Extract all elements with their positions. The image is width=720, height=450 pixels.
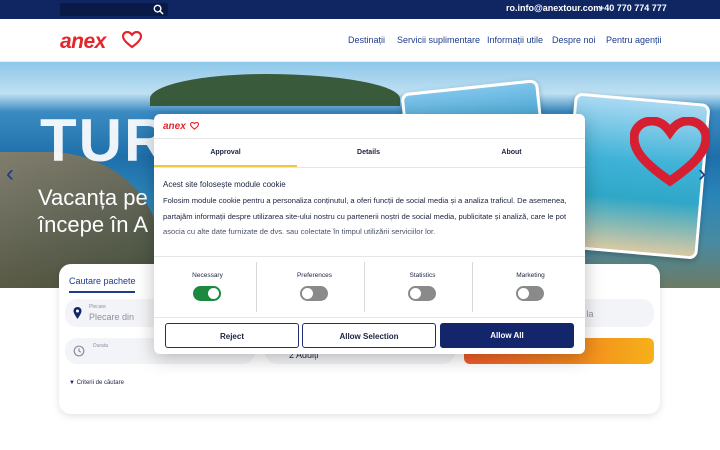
- departure-label: Plecare: [89, 304, 106, 310]
- heart-logo-icon: [190, 122, 199, 130]
- switch-knob: [208, 288, 219, 299]
- hero-subtitle: Vacanța pe începe în A: [38, 184, 148, 238]
- cookie-consent-dialog: anex Approval Details About Acest site f…: [154, 114, 585, 354]
- statistics-switch[interactable]: [408, 286, 436, 301]
- cookie-heading: Acest site folosește module cookie: [163, 180, 286, 189]
- preferences-switch[interactable]: [300, 286, 328, 301]
- search-criteria-label: Criterii de căutare: [76, 380, 124, 386]
- toggle-statistics-label: Statistics: [409, 272, 436, 279]
- hero-title: TUR: [40, 107, 170, 174]
- tab-details[interactable]: Details: [297, 149, 440, 156]
- switch-knob: [518, 288, 529, 299]
- dialog-divider: [154, 167, 585, 168]
- tab-active-underline: [69, 291, 135, 293]
- carousel-next-icon[interactable]: ›: [698, 160, 706, 188]
- departure-placeholder: Plecare din: [89, 312, 135, 322]
- allow-all-button[interactable]: Allow All: [440, 323, 574, 348]
- location-pin-icon: [73, 307, 82, 319]
- nav-destinatii[interactable]: Destinații: [348, 35, 385, 45]
- triangle-down-icon: ▼: [69, 380, 75, 386]
- brand-logo[interactable]: anex: [60, 30, 106, 54]
- nav-pentru-agentii[interactable]: Pentru agenții: [606, 35, 662, 45]
- toggle-necessary: Necessary: [154, 260, 261, 312]
- toggle-statistics: Statistics: [369, 260, 476, 312]
- top-bar: ro.info@anextour.com +40 770 774 777: [0, 0, 720, 19]
- necessary-switch[interactable]: [193, 286, 221, 301]
- site-header: anex Destinații Servicii suplimentare In…: [0, 19, 720, 62]
- heart-logo-icon: [122, 31, 142, 49]
- nav-despre-noi[interactable]: Despre noi: [552, 35, 596, 45]
- toggle-marketing-label: Marketing: [516, 272, 545, 279]
- dialog-divider: [154, 138, 585, 139]
- cookie-dialog-logo: anex: [163, 121, 186, 132]
- switch-knob: [302, 288, 313, 299]
- search-icon[interactable]: [153, 4, 164, 15]
- hero-island-image: [150, 74, 400, 106]
- hero-subtitle-line1: Vacanța pe: [38, 185, 148, 210]
- site-search-input[interactable]: [60, 3, 168, 16]
- hero-subtitle-line2: începe în A: [38, 212, 149, 237]
- allow-selection-button[interactable]: Allow Selection: [302, 323, 436, 348]
- nav-servicii-suplimentare[interactable]: Servicii suplimentare: [397, 35, 480, 45]
- duration-label: Durata: [93, 343, 109, 349]
- toggle-marketing: Marketing: [477, 260, 584, 312]
- tab-approval[interactable]: Approval: [154, 149, 297, 156]
- marketing-switch[interactable]: [516, 286, 544, 301]
- reject-button[interactable]: Reject: [165, 323, 299, 348]
- nav-informatii-utile[interactable]: Informații utile: [487, 35, 543, 45]
- toggle-necessary-label: Necessary: [192, 272, 223, 279]
- text-fade-overlay: [154, 226, 585, 252]
- toggle-preferences-label: Preferences: [296, 272, 333, 279]
- tab-cautare-pachete[interactable]: Cautare pachete: [69, 276, 136, 286]
- contact-email-link[interactable]: ro.info@anextour.com: [506, 3, 601, 13]
- dialog-divider: [154, 256, 585, 257]
- toggle-separator: [472, 262, 473, 312]
- contact-phone-link[interactable]: +40 770 774 777: [599, 3, 667, 13]
- tab-about[interactable]: About: [440, 149, 583, 156]
- search-criteria-toggle[interactable]: ▼ Criterii de căutare: [69, 380, 124, 386]
- carousel-prev-icon[interactable]: ‹: [6, 160, 14, 188]
- dialog-divider: [154, 317, 585, 318]
- switch-knob: [410, 288, 421, 299]
- toggle-separator: [364, 262, 365, 312]
- toggle-separator: [256, 262, 257, 312]
- clock-history-icon: [73, 345, 85, 357]
- toggle-preferences: Preferences: [261, 260, 368, 312]
